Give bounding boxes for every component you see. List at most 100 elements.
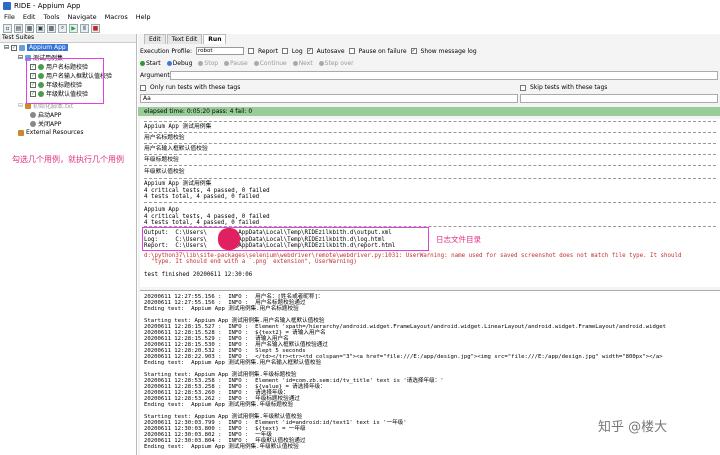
only-run-tags-row: Only run tests with these tags xyxy=(140,84,240,91)
folder-icon xyxy=(18,129,24,136)
stop-icon xyxy=(198,61,204,66)
window-title: RIDE - Appium App xyxy=(14,2,81,10)
separator xyxy=(144,202,716,203)
run-status-bar: elapsed time: 0:05:20 pass: 4 fail: 0 xyxy=(138,107,720,116)
continue-icon xyxy=(253,61,259,66)
step-over-label: Step over xyxy=(324,60,354,67)
tree-item-keyword-start[interactable]: 启动APP xyxy=(30,110,61,119)
step-over-button[interactable]: Step over xyxy=(318,60,354,67)
tab-text-edit[interactable]: Text Edit xyxy=(166,34,203,44)
report-label: Report xyxy=(258,47,278,55)
save-all-icon[interactable]: ▩ xyxy=(47,23,56,33)
pause-button[interactable]: Pause xyxy=(224,60,248,67)
execution-profile-select[interactable]: robot xyxy=(196,47,245,55)
menu-help[interactable]: Help xyxy=(136,13,151,21)
keyword-icon xyxy=(30,120,36,127)
skip-tags-input[interactable] xyxy=(520,94,718,103)
separator xyxy=(144,154,716,155)
show-message-log-checkbox[interactable]: ✓ xyxy=(410,48,417,54)
tree-item-keyword-close[interactable]: 关闭APP xyxy=(30,119,61,128)
search-icon[interactable]: ⌕ xyxy=(58,23,67,33)
log-paths-highlight-box xyxy=(142,227,429,251)
editor-tabs: Edit Text Edit Run xyxy=(138,34,227,44)
separator xyxy=(144,143,716,144)
tab-run[interactable]: Run xyxy=(203,34,227,44)
tree-item-external-resources[interactable]: External Resources xyxy=(18,129,83,136)
next-icon xyxy=(292,61,298,66)
menu-tools[interactable]: Tools xyxy=(43,13,59,21)
selection-highlight-box xyxy=(26,58,104,104)
output-line: Appium App 测试用例集 xyxy=(144,124,212,130)
warning-line: "type. It should end with a `.png` exten… xyxy=(144,259,357,265)
tree-item-label: 启动APP xyxy=(38,112,62,119)
only-run-tags-input[interactable]: Aa xyxy=(140,94,518,103)
only-run-tags-label: Only run tests with these tags xyxy=(150,84,241,91)
finished-line: test finished 20200611 12:30:06 xyxy=(144,272,253,278)
watermark-text: 知乎 @楼大 xyxy=(598,420,668,435)
separator xyxy=(144,178,716,179)
output-line: 年级默认值校验 xyxy=(144,169,185,175)
skip-tags-checkbox[interactable] xyxy=(520,84,526,91)
run-buttons-row: Start Debug Stop Pause Continue Next Ste… xyxy=(140,60,354,67)
new-icon[interactable]: ▫ xyxy=(3,23,12,33)
only-run-tags-checkbox[interactable] xyxy=(140,84,146,91)
run-icon[interactable]: ▶ xyxy=(69,23,78,33)
log-checkbox[interactable] xyxy=(281,48,288,54)
annotation-note: 日志文件目录 xyxy=(436,235,481,244)
skip-tags-row: Skip tests with these tags xyxy=(520,84,607,91)
log-line: Ending test: Appium App 测试用例集.年级默认值校验 xyxy=(144,444,299,450)
execution-profile-row: Execution Profile: robot Report Log ✓ Au… xyxy=(140,47,477,55)
tree-item-label: Appium App xyxy=(27,44,68,51)
output-line: 用户名输入框默认值校验 xyxy=(144,146,208,152)
autosave-label: Autosave xyxy=(316,47,345,55)
save-icon[interactable]: ▣ xyxy=(36,23,45,33)
log-line: Ending test: Appium App 测试用例集.年级标题校验 xyxy=(144,402,294,408)
open-dir-icon[interactable]: ▦ xyxy=(25,23,34,33)
tab-edit[interactable]: Edit xyxy=(144,34,166,44)
menu-navigate[interactable]: Navigate xyxy=(68,13,97,21)
run-output-console[interactable]: Appium App 测试用例集 用户名标题校验 用户名输入框默认值校验 年级标… xyxy=(140,119,720,287)
debug-button[interactable]: Debug xyxy=(166,60,193,67)
app-icon xyxy=(3,2,11,10)
report-checkbox[interactable] xyxy=(248,48,255,54)
menu-macros[interactable]: Macros xyxy=(105,13,128,21)
execution-profile-label: Execution Profile: xyxy=(140,47,193,55)
pause-on-failure-checkbox[interactable] xyxy=(348,48,355,54)
output-line: 4 tests total, 4 passed, 0 failed xyxy=(144,194,260,200)
separator xyxy=(144,132,716,133)
next-label: Next xyxy=(298,60,313,67)
keyword-icon xyxy=(30,111,36,118)
toolbar: ▫ ▤ ▦ ▣ ▩ ⌕ ▶ Ⅱ ■ xyxy=(0,22,136,34)
expand-icon[interactable]: ⊟ xyxy=(4,44,9,51)
menu-file[interactable]: File xyxy=(4,13,15,21)
tab-test-suites[interactable]: Test Suites xyxy=(0,34,136,43)
tree-item-appium-app[interactable]: ⊟ ✓ Appium App xyxy=(4,44,68,51)
arguments-input[interactable] xyxy=(170,71,718,80)
stop-label: Stop xyxy=(204,60,219,67)
stop-button[interactable]: Stop xyxy=(198,60,218,67)
continue-button[interactable]: Continue xyxy=(253,60,287,67)
separator xyxy=(144,165,716,166)
expand-icon[interactable]: ⊟ xyxy=(18,102,23,109)
output-line: 用户名标题校验 xyxy=(144,135,185,141)
menu-bar: File Edit Tools Navigate Macros Help xyxy=(0,12,720,22)
continue-label: Continue xyxy=(259,60,287,67)
log-label: Log xyxy=(291,47,303,55)
pause-icon xyxy=(224,61,230,66)
log-line: Ending test: Appium App 测试用例集.用户名标题校验 xyxy=(144,306,299,312)
expand-icon[interactable]: ⊟ xyxy=(18,54,23,61)
open-icon[interactable]: ▤ xyxy=(14,23,23,33)
start-button[interactable]: Start xyxy=(140,60,161,67)
debug-label: Debug xyxy=(172,60,193,67)
start-label: Start xyxy=(146,60,161,67)
output-line: 年级标题校验 xyxy=(144,157,179,163)
menu-edit[interactable]: Edit xyxy=(23,13,36,21)
stop-icon[interactable]: ■ xyxy=(91,23,100,33)
next-button[interactable]: Next xyxy=(292,60,313,67)
suite-icon xyxy=(19,44,26,51)
pause-icon[interactable]: Ⅱ xyxy=(80,23,89,33)
checkbox-icon[interactable]: ✓ xyxy=(11,44,18,51)
output-line: Appium App xyxy=(144,207,179,213)
annotation-note: 勾选几个用例，就执行几个用例 xyxy=(12,155,124,164)
autosave-checkbox[interactable]: ✓ xyxy=(306,48,313,54)
